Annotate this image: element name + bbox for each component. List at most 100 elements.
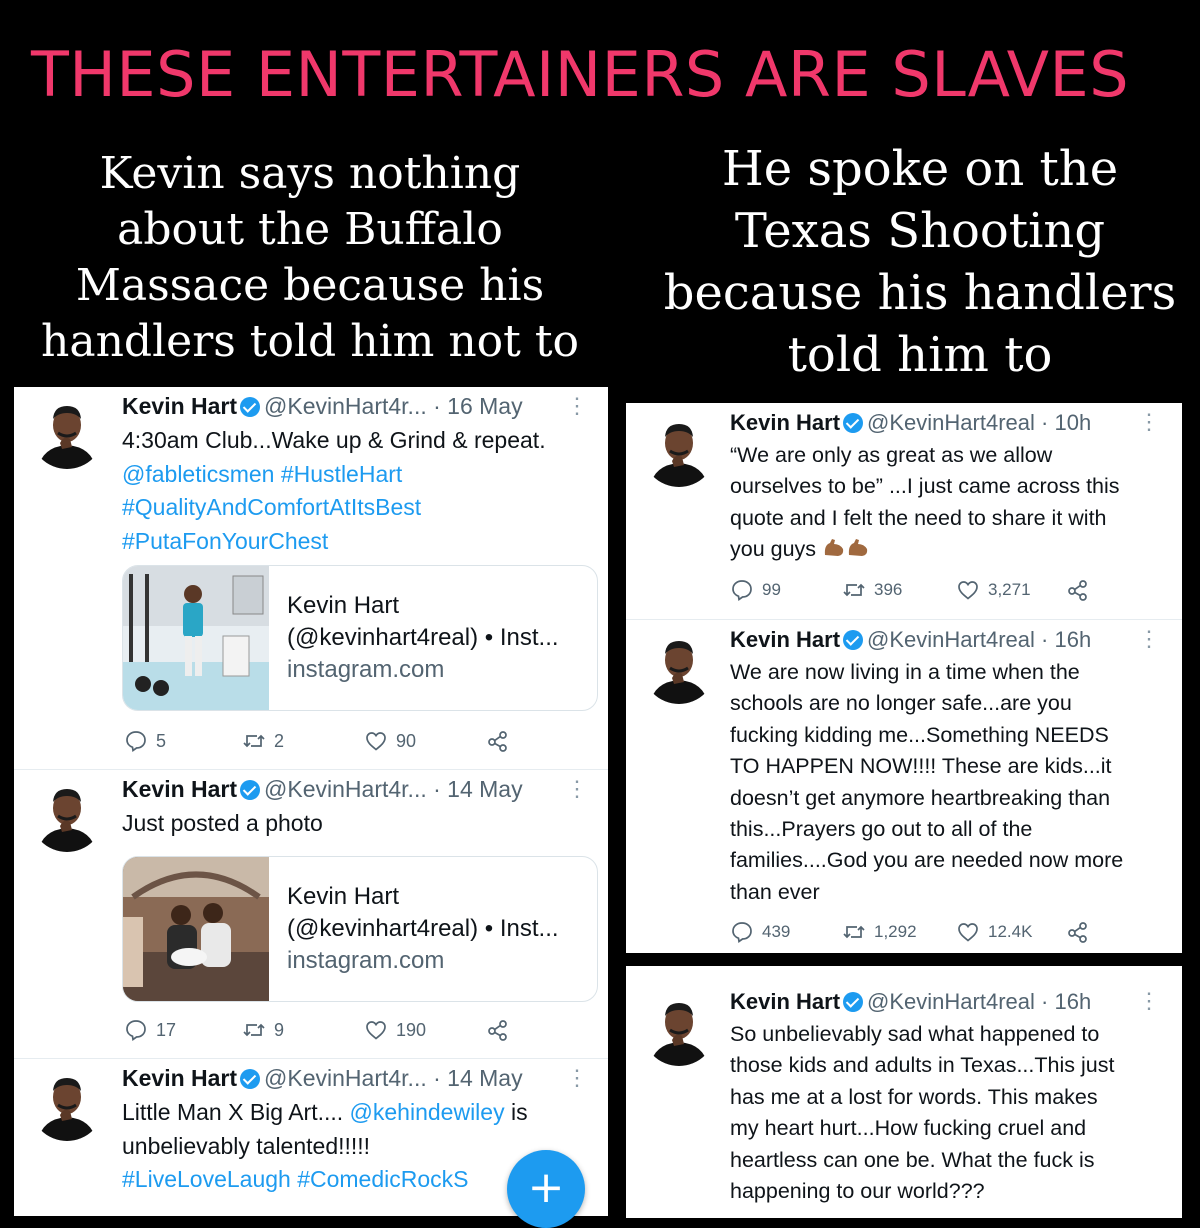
tweet-header: Kevin Hart @KevinHart4r... · 16 May xyxy=(122,391,523,421)
tweet-line: 4:30am Club...Wake up & Grind & repeat. xyxy=(122,427,546,453)
share-icon xyxy=(1066,578,1090,602)
tweet-line: So unbelievably sad what happened to xyxy=(730,1022,1100,1046)
author-handle[interactable]: @KevinHart4r... xyxy=(264,393,427,419)
tweet-line: you guys xyxy=(730,534,1170,565)
link-card[interactable]: Kevin Hart (@kevinhart4real) • Inst... i… xyxy=(122,856,598,1002)
more-options-icon[interactable]: ⋮ xyxy=(1138,988,1160,1014)
author-handle[interactable]: @KevinHart4real xyxy=(867,989,1035,1014)
tweet[interactable]: Kevin Hart @KevinHart4r... · 16 May ⋮ 4:3… xyxy=(14,387,608,770)
avatar[interactable] xyxy=(30,1067,104,1141)
reply-button[interactable]: 439 xyxy=(730,920,790,944)
tweet-line: “We are only as great as we allow xyxy=(730,443,1053,467)
compose-tweet-button[interactable]: + xyxy=(507,1150,585,1228)
tweet[interactable]: Kevin Hart @KevinHart4real · 10h ⋮ “We ar… xyxy=(626,403,1182,620)
tweet-header: Kevin Hart @KevinHart4r... · 14 May xyxy=(122,774,523,804)
author-name[interactable]: Kevin Hart xyxy=(122,393,237,419)
author-handle[interactable]: @KevinHart4real xyxy=(867,627,1035,652)
card-domain: instagram.com xyxy=(287,656,445,683)
retweet-button[interactable]: 396 xyxy=(842,578,902,602)
retweet-icon xyxy=(242,1018,266,1042)
share-button[interactable] xyxy=(486,1018,518,1042)
tweet-time[interactable]: · 16 May xyxy=(433,393,522,419)
like-count: 3,271 xyxy=(988,580,1031,599)
caption-line: because his handlers xyxy=(663,265,1177,321)
tweet-time[interactable]: · 14 May xyxy=(433,1065,522,1091)
avatar[interactable] xyxy=(642,630,716,704)
reply-button[interactable]: 5 xyxy=(124,729,166,753)
verified-badge-icon xyxy=(240,1069,261,1089)
card-text: Kevin Hart (@kevinhart4real) • Inst... i… xyxy=(287,590,559,686)
retweet-button[interactable]: 9 xyxy=(242,1018,284,1042)
reply-count: 99 xyxy=(762,580,781,599)
more-options-icon[interactable]: ⋮ xyxy=(1138,409,1160,435)
more-options-icon[interactable]: ⋮ xyxy=(566,1065,588,1091)
like-count: 90 xyxy=(396,730,417,751)
tweet-header: Kevin Hart @KevinHart4r... · 14 May xyxy=(122,1063,523,1093)
retweet-icon xyxy=(842,920,866,944)
verified-badge-icon xyxy=(843,992,864,1012)
tweet-header: Kevin Hart @KevinHart4real · 16h xyxy=(730,625,1091,655)
heart-icon xyxy=(364,729,388,753)
tweet-text: So unbelievably sad what happened to tho… xyxy=(730,1019,1170,1207)
caption-line: about the Buffalo xyxy=(117,204,503,255)
avatar[interactable] xyxy=(642,992,716,1066)
reply-count: 439 xyxy=(762,922,791,941)
author-name[interactable]: Kevin Hart xyxy=(730,989,840,1014)
avatar[interactable] xyxy=(642,413,716,487)
reply-count: 17 xyxy=(156,1019,177,1040)
author-name[interactable]: Kevin Hart xyxy=(122,1065,237,1091)
right-tweet-panel-bottom: Kevin Hart @KevinHart4real · 16h ⋮ So unb… xyxy=(626,966,1182,1218)
tweet-line: ourselves to be” ...I just came across t… xyxy=(730,474,1120,499)
reply-count: 5 xyxy=(156,730,167,751)
verified-badge-icon xyxy=(843,413,864,433)
author-name[interactable]: Kevin Hart xyxy=(730,627,840,652)
tweet-line: We are now living in a time when the xyxy=(730,660,1080,684)
tweet-text: 4:30am Club...Wake up & Grind & repeat. … xyxy=(122,424,597,558)
link-card[interactable]: Kevin Hart (@kevinhart4real) • Inst... i… xyxy=(122,565,598,711)
more-options-icon[interactable]: ⋮ xyxy=(566,393,588,419)
card-thumbnail xyxy=(123,566,269,710)
tweet-line: Just posted a photo xyxy=(122,810,323,836)
avatar[interactable] xyxy=(30,395,104,469)
like-button[interactable]: 90 xyxy=(364,729,416,753)
retweet-button[interactable]: 1,292 xyxy=(842,920,917,944)
tweet-text: Just posted a photo xyxy=(122,807,597,841)
verified-badge-icon xyxy=(240,780,261,800)
author-name[interactable]: Kevin Hart xyxy=(730,410,840,435)
share-button[interactable] xyxy=(1066,578,1098,602)
reply-button[interactable]: 17 xyxy=(124,1018,176,1042)
tweet-time[interactable]: · 16h xyxy=(1041,627,1091,652)
tweet-link-line[interactable]: #PutaFonYourChest xyxy=(122,525,597,559)
reply-icon xyxy=(124,729,148,753)
tweet[interactable]: Kevin Hart @KevinHart4real · 16h ⋮ So unb… xyxy=(626,966,1182,1218)
tweet-time[interactable]: · 16h xyxy=(1041,989,1091,1014)
tweet[interactable]: Kevin Hart @KevinHart4r... · 14 May ⋮ Jus… xyxy=(14,770,608,1059)
more-options-icon[interactable]: ⋮ xyxy=(1138,626,1160,652)
tweet-header: Kevin Hart @KevinHart4real · 16h xyxy=(730,987,1091,1017)
tweet-time[interactable]: · 10h xyxy=(1041,410,1091,435)
retweet-icon xyxy=(242,729,266,753)
tweet[interactable]: Kevin Hart @KevinHart4real · 16h ⋮ We are… xyxy=(626,620,1182,953)
tweet-link-line[interactable]: @fableticsmen #HustleHart xyxy=(122,458,597,492)
like-button[interactable]: 190 xyxy=(364,1018,426,1042)
card-text: Kevin Hart (@kevinhart4real) • Inst... i… xyxy=(287,881,559,977)
tweet-line: those kids and adults in Texas...This ju… xyxy=(730,1053,1115,1078)
tweet-link-line[interactable]: #QualityAndComfortAtItsBest xyxy=(122,491,597,525)
author-handle[interactable]: @KevinHart4real xyxy=(867,410,1035,435)
author-handle[interactable]: @KevinHart4r... xyxy=(264,1065,427,1091)
like-button[interactable]: 12.4K xyxy=(956,920,1032,944)
more-options-icon[interactable]: ⋮ xyxy=(566,776,588,802)
share-button[interactable] xyxy=(486,729,518,753)
author-handle[interactable]: @KevinHart4r... xyxy=(264,776,427,802)
author-name[interactable]: Kevin Hart xyxy=(122,776,237,802)
caption-line: Texas Shooting xyxy=(734,203,1106,259)
mention-link[interactable]: @kehindewiley xyxy=(350,1099,505,1125)
like-button[interactable]: 3,271 xyxy=(956,578,1031,602)
tweet-line: families....God you are needed now more xyxy=(730,848,1124,873)
retweet-count: 9 xyxy=(274,1019,285,1040)
avatar[interactable] xyxy=(30,778,104,852)
tweet-time[interactable]: · 14 May xyxy=(433,776,522,802)
retweet-button[interactable]: 2 xyxy=(242,729,284,753)
share-button[interactable] xyxy=(1066,920,1098,944)
reply-button[interactable]: 99 xyxy=(730,578,781,602)
